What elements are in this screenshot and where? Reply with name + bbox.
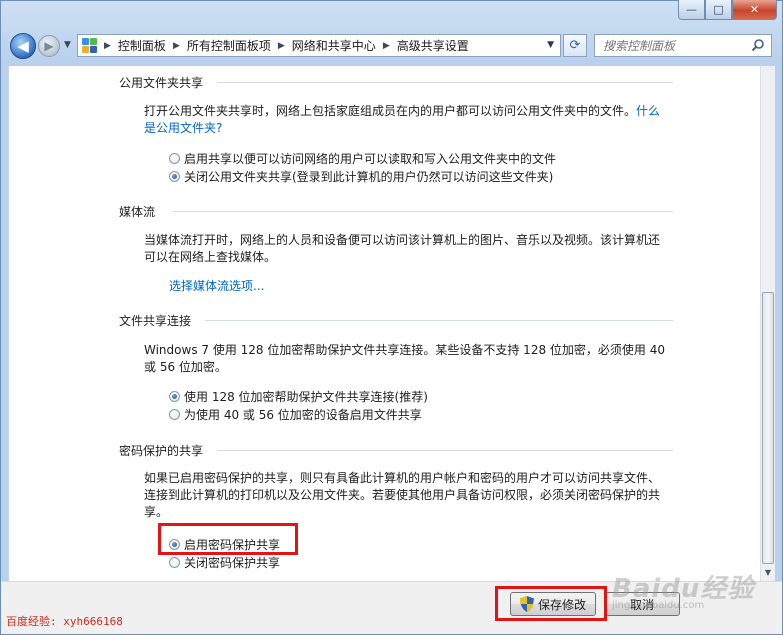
- divider: [173, 211, 673, 212]
- option-label: 启用共享以便可以访问网络的用户可以读取和写入公用文件夹中的文件: [184, 152, 557, 166]
- divider: [217, 450, 673, 451]
- breadcrumb-separator-icon: ▶: [277, 40, 285, 51]
- address-bar[interactable]: ▶ 控制面板 ▶ 所有控制面板项 ▶ 网络和共享中心 ▶ 高级共享设置 ▼: [77, 34, 561, 57]
- breadcrumb-separator-icon: ▶: [172, 40, 180, 51]
- section-title: 媒体流: [119, 205, 156, 219]
- forward-button[interactable]: ▶: [38, 35, 60, 57]
- option-label: 关闭密码保护共享: [184, 556, 281, 570]
- encryption-40-option[interactable]: 为使用 40 或 56 位加密的设备启用文件共享: [169, 406, 422, 423]
- radio-button-checked[interactable]: [169, 171, 180, 182]
- password-off-option[interactable]: 关闭密码保护共享: [169, 554, 280, 571]
- search-box[interactable]: [594, 34, 772, 57]
- section-title: 密码保护的共享: [119, 444, 204, 458]
- close-button[interactable]: ✕: [732, 0, 777, 20]
- section-password-sharing: 密码保护的共享: [119, 442, 203, 459]
- maximize-button[interactable]: □: [705, 0, 732, 20]
- public-folder-off-option[interactable]: 关闭公用文件夹共享(登录到此计算机的用户仍然可以访问这些文件夹): [169, 168, 553, 185]
- radio-button[interactable]: [169, 153, 180, 164]
- radio-button-checked[interactable]: [169, 391, 180, 402]
- scrollbar-thumb[interactable]: [762, 292, 774, 564]
- search-input[interactable]: [603, 38, 743, 53]
- breadcrumb-all-items[interactable]: 所有控制面板项: [187, 37, 271, 54]
- search-icon[interactable]: [751, 38, 765, 52]
- arrow-right-icon: ▶: [44, 39, 54, 53]
- refresh-button[interactable]: ⟳: [563, 34, 587, 57]
- breadcrumb-control-panel[interactable]: 控制面板: [118, 37, 166, 54]
- baidu-watermark-url: jingyan.baidu.com: [612, 600, 705, 611]
- public-folder-on-option[interactable]: 启用共享以便可以访问网络的用户可以读取和写入公用文件夹中的文件: [169, 150, 556, 167]
- option-label: 关闭公用文件夹共享(登录到此计算机的用户仍然可以访问这些文件夹): [184, 170, 554, 184]
- scroll-down-icon[interactable]: ▼: [762, 567, 774, 579]
- section-media-stream: 媒体流: [119, 203, 155, 220]
- address-dropdown-icon[interactable]: ▼: [547, 40, 554, 50]
- what-is-public-folder-link[interactable]: 什么: [636, 104, 660, 118]
- settings-content: 公用文件夹共享 打开公用文件夹共享时，网络上包括家庭组成员在内的用户都可以访问公…: [8, 66, 760, 581]
- file-sharing-description: Windows 7 使用 128 位加密帮助保护文件共享连接。某些设备不支持 1…: [144, 343, 665, 374]
- control-panel-icon: [82, 37, 98, 54]
- highlight-box: [158, 523, 298, 555]
- vertical-scrollbar[interactable]: ▼: [760, 66, 775, 581]
- author-watermark: 百度经验: xyh666168: [6, 615, 123, 628]
- back-button[interactable]: ◀: [10, 33, 36, 59]
- radio-button[interactable]: [169, 409, 180, 420]
- chevron-down-icon: ▼: [64, 40, 71, 50]
- caption-buttons: — □ ✕: [678, 0, 777, 20]
- section-title: 文件共享连接: [119, 314, 192, 328]
- breadcrumb-advanced-sharing[interactable]: 高级共享设置: [397, 37, 469, 54]
- section-public-folder: 公用文件夹共享: [119, 74, 203, 91]
- highlight-box: [495, 586, 607, 621]
- breadcrumb-network-center[interactable]: 网络和共享中心: [292, 37, 376, 54]
- section-title: 公用文件夹共享: [119, 76, 204, 90]
- breadcrumb-separator-icon: ▶: [382, 40, 390, 51]
- radio-button[interactable]: [169, 557, 180, 568]
- refresh-icon: ⟳: [569, 38, 581, 53]
- password-description: 如果已启用密码保护的共享，则只有具备此计算机的用户帐户和密码的用户才可以访问共享…: [144, 471, 661, 519]
- divider: [205, 320, 673, 321]
- media-stream-options-link[interactable]: 选择媒体流选项...: [169, 277, 264, 294]
- breadcrumb-separator-icon: ▶: [104, 40, 111, 51]
- section-file-sharing: 文件共享连接: [119, 312, 191, 329]
- arrow-left-icon: ◀: [17, 37, 29, 55]
- what-is-public-folder-link-cont[interactable]: 是公用文件夹?: [144, 121, 222, 135]
- media-stream-description: 当媒体流打开时，网络上的人员和设备便可以访问该计算机上的图片、音乐以及视频。该计…: [144, 233, 661, 264]
- minimize-button[interactable]: —: [678, 0, 705, 20]
- encryption-128-option[interactable]: 使用 128 位加密帮助保护文件共享连接(推荐): [169, 388, 428, 405]
- divider: [217, 82, 673, 83]
- recent-pages-dropdown[interactable]: ▼: [64, 40, 71, 50]
- option-label: 为使用 40 或 56 位加密的设备启用文件共享: [184, 408, 422, 422]
- option-label: 使用 128 位加密帮助保护文件共享连接(推荐): [184, 390, 428, 404]
- public-folder-description: 打开公用文件夹共享时，网络上包括家庭组成员在内的用户都可以访问公用文件夹中的文件…: [144, 104, 661, 135]
